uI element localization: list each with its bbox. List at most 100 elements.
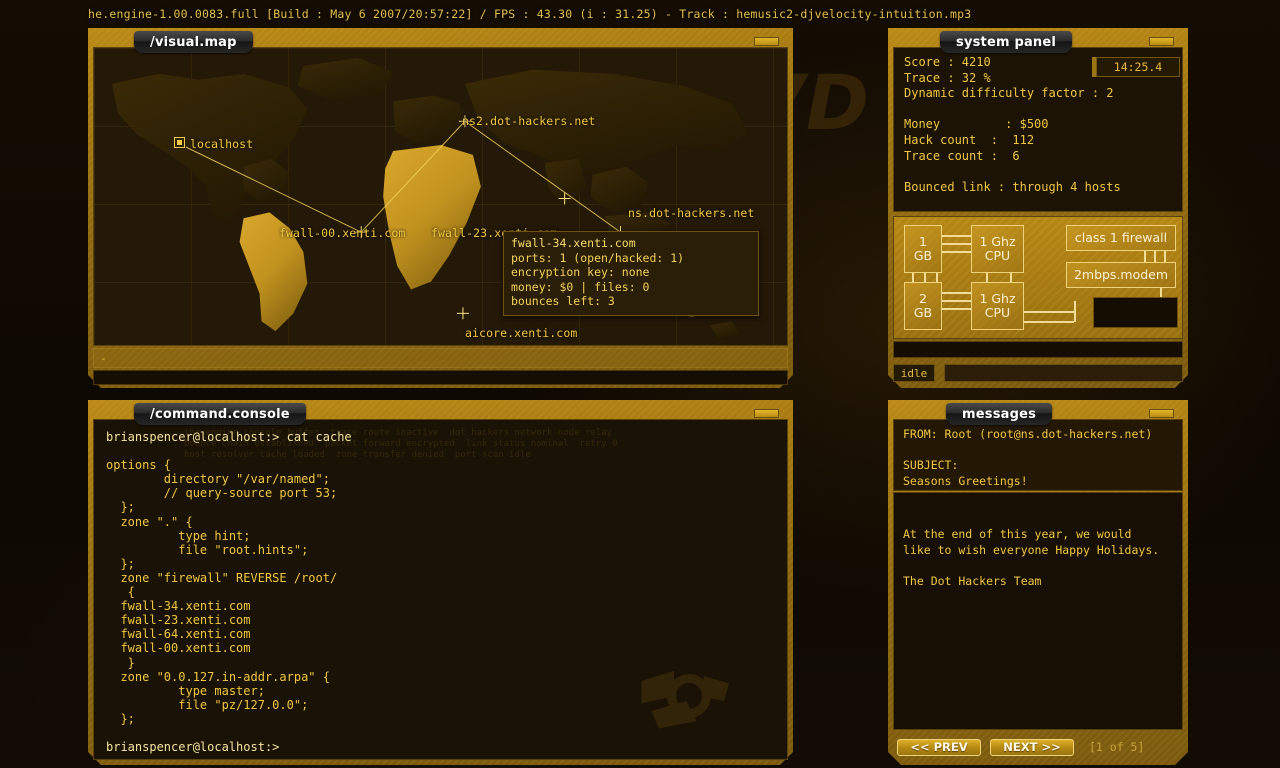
console-output-area[interactable]: the engine console buffer trace route in…	[93, 419, 788, 760]
hw-chip-line1: class 1 firewall	[1075, 231, 1167, 245]
stat-hack-count: Hack count : 112	[904, 133, 1172, 149]
node-marker-localhost[interactable]	[174, 137, 185, 148]
stat-difficulty: Dynamic difficulty factor : 2	[904, 86, 1172, 102]
hw-chip-line2: CPU	[985, 306, 1010, 320]
activity-progress-bar	[944, 364, 1183, 382]
hw-wire	[986, 273, 988, 282]
hw-chip-line1: 1 Ghz	[979, 292, 1015, 306]
hw-wire	[1164, 251, 1166, 262]
console-output-line	[106, 726, 775, 740]
stat-trace-count: Trace count : 6	[904, 149, 1172, 165]
console-prompt-line: brianspencer@localhost:> cat cache	[106, 430, 775, 444]
console-output-line: directory "/var/named";	[106, 472, 775, 486]
hw-chip-line2: CPU	[985, 249, 1010, 263]
system-divider-strip	[893, 341, 1183, 358]
activity-state-badge: idle	[893, 364, 935, 382]
console-output-line: file "root.hints";	[106, 543, 775, 557]
console-output-line: {	[106, 585, 775, 599]
hw-chip-modem[interactable]: 2mbps.modem	[1066, 262, 1176, 288]
map-node-label-localhost[interactable]: localhost	[190, 137, 253, 151]
hw-empty-slot[interactable]	[1093, 297, 1178, 328]
hw-wire	[942, 300, 971, 302]
tab-system-panel[interactable]: system panel	[940, 31, 1072, 53]
hw-wire	[1074, 301, 1076, 322]
console-output-line: options {	[106, 458, 775, 472]
console-output-line: fwall-23.xenti.com	[106, 613, 775, 627]
console-output-line: // query-source port 53;	[106, 486, 775, 500]
hw-chip-line1: 1	[919, 235, 927, 249]
message-body-spacer	[903, 558, 1173, 574]
tooltip-encryption: encryption key: none	[511, 265, 751, 280]
hw-wire	[1024, 311, 1074, 313]
map-node-label-ns[interactable]: ns.dot-hackers.net	[628, 206, 754, 220]
message-header: FROM: Root (root@ns.dot-hackers.net) SUB…	[893, 419, 1183, 491]
node-info-tooltip: fwall-34.xenti.com ports: 1 (open/hacked…	[503, 231, 759, 316]
hw-wire	[1144, 251, 1146, 262]
hw-chip-cpu-2[interactable]: 1 Ghz CPU	[971, 282, 1024, 330]
hw-wire	[1010, 273, 1012, 282]
map-status-bar: -	[93, 348, 788, 368]
minimize-button-messages[interactable]	[1149, 409, 1174, 418]
map-node-label-aicore[interactable]: aicore.xenti.com	[465, 326, 577, 340]
stat-money: Money : $500	[904, 117, 1172, 133]
hw-chip-line2: GB	[914, 249, 932, 263]
hw-chip-cpu-1[interactable]: 1 Ghz CPU	[971, 225, 1024, 273]
hw-wire	[942, 292, 971, 294]
hw-wire	[942, 235, 971, 237]
hw-chip-ram-1[interactable]: 1 GB	[904, 225, 942, 273]
hw-chip-firewall[interactable]: class 1 firewall	[1066, 225, 1176, 251]
engine-status-bar: he.engine-1.00.0083.full [Build : May 6 …	[0, 0, 1280, 27]
console-output-line	[106, 444, 775, 458]
message-counter: [1 of 5]	[1089, 740, 1144, 754]
tooltip-ports: ports: 1 (open/hacked: 1)	[511, 251, 751, 266]
hw-wire	[942, 308, 971, 310]
minimize-button-map[interactable]	[754, 37, 779, 46]
message-spacer	[903, 443, 1173, 459]
console-output-line: file "pz/127.0.0";	[106, 698, 775, 712]
engine-status-text: he.engine-1.00.0083.full [Build : May 6 …	[88, 7, 971, 21]
console-output-line: };	[106, 500, 775, 514]
console-output-line: type hint;	[106, 529, 775, 543]
message-body-signature: The Dot Hackers Team	[903, 574, 1173, 590]
command-console-panel: /command.console the engine console buff…	[88, 400, 793, 765]
stat-spacer-1	[904, 102, 1172, 118]
hw-wire	[942, 243, 971, 245]
message-subject-label: SUBJECT:	[903, 458, 1173, 474]
console-output-line: fwall-34.xenti.com	[106, 599, 775, 613]
hw-wire	[936, 273, 938, 282]
hw-wire	[912, 273, 914, 282]
system-activity-row: idle	[893, 361, 1183, 385]
hw-wire	[1154, 251, 1156, 262]
tooltip-title: fwall-34.xenti.com	[511, 236, 751, 251]
message-navigation: << PREV NEXT >> [1 of 5]	[893, 734, 1183, 760]
message-body-line: At the end of this year, we would	[903, 527, 1173, 543]
visual-map-panel: /visual.map	[88, 28, 793, 388]
tab-command-console[interactable]: /command.console	[134, 403, 306, 425]
minimize-button-system[interactable]	[1149, 37, 1174, 46]
stat-spacer-2	[904, 164, 1172, 180]
console-output-line: type master;	[106, 684, 775, 698]
stat-bounced-link: Bounced link : through 4 hosts	[904, 180, 1172, 196]
tooltip-money: money: $0 | files: 0	[511, 280, 751, 295]
hardware-diagram[interactable]: 1 GB 1 Ghz CPU 2 GB 1 Ghz CPU class 1 fi…	[893, 216, 1183, 339]
hw-chip-line1: 2mbps.modem	[1074, 268, 1168, 282]
prev-message-button[interactable]: << PREV	[897, 739, 981, 756]
world-map-canvas[interactable]: localhost ns2.dot-hackers.net ns.dot-hac…	[93, 47, 788, 346]
tooltip-bounces: bounces left: 3	[511, 294, 751, 309]
message-subject-value: Seasons Greetings!	[903, 474, 1173, 490]
map-node-label-ns2[interactable]: ns2.dot-hackers.net	[462, 114, 595, 128]
console-output-line: fwall-00.xenti.com	[106, 641, 775, 655]
tab-visual-map[interactable]: /visual.map	[134, 31, 253, 53]
tab-messages[interactable]: messages	[946, 403, 1052, 425]
minimize-button-console[interactable]	[754, 409, 779, 418]
console-output-line: };	[106, 712, 775, 726]
next-message-button[interactable]: NEXT >>	[990, 739, 1074, 756]
console-output-line: zone "." {	[106, 515, 775, 529]
console-output-line: }	[106, 656, 775, 670]
map-node-label-fwall-00[interactable]: fwall-00.xenti.com	[279, 226, 405, 240]
hw-wire	[942, 251, 971, 253]
map-footer-strip	[93, 370, 788, 385]
system-panel: system panel 14:25.4 Score : 4210 Trace …	[888, 28, 1188, 388]
hw-chip-line1: 2	[919, 292, 927, 306]
hw-chip-ram-2[interactable]: 2 GB	[904, 282, 942, 330]
